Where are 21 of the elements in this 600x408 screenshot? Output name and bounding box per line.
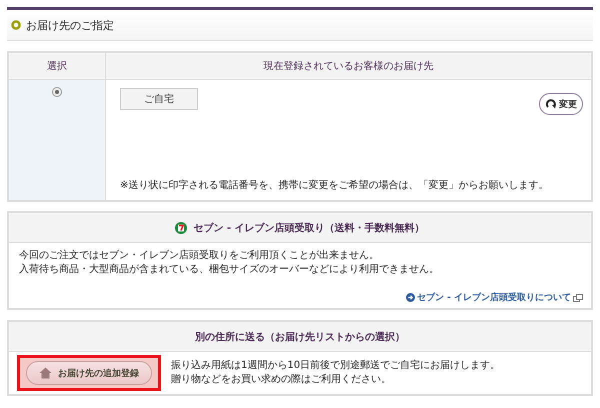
add-address-button[interactable]: お届け先の追加登録 xyxy=(26,361,152,385)
note-text: ※送り状に印字される電話番号を、携帯に変更をご希望の場合は、「変更」からお願いします。 xyxy=(120,178,550,192)
radio-button[interactable] xyxy=(52,87,62,97)
column-header: 選択 xyxy=(9,53,105,80)
info-text: 今回のご注文ではセブン・イレブン店頭受取りをご利用頂くことが出来ません。 xyxy=(19,249,380,263)
address-name: ご自宅 xyxy=(120,88,198,110)
info-text: 振り込み用紙は1週間から10日前後で別途郵送でご自宅にお届けします。 xyxy=(171,359,500,373)
rotate-arrow-icon xyxy=(545,98,557,110)
panel-title: セブン - イレブン店頭受取り（送料・手数料無料） xyxy=(193,221,425,234)
panel-title: 別の住所に送る（お届け先リストからの選択） xyxy=(195,330,405,344)
new-window-icon xyxy=(573,294,583,302)
store-logo-icon xyxy=(175,222,188,234)
change-button[interactable]: 変更 xyxy=(539,93,583,115)
arrow-circle-icon xyxy=(406,293,415,302)
ring-icon xyxy=(11,20,21,30)
info-text: 贈り物などをお買い求めの際はご利用ください。 xyxy=(171,373,392,387)
info-link[interactable]: セブン - イレブン店頭受取りについて xyxy=(406,291,571,304)
section-title: お届け先のご指定 xyxy=(26,18,114,32)
info-text: 入荷待ち商品・大型商品が含まれている、梱包サイズのオーバーなどにより利用できません。 xyxy=(19,263,440,277)
column-header: 現在登録されているお客様のお届け先 xyxy=(105,53,591,80)
house-icon xyxy=(39,367,52,379)
